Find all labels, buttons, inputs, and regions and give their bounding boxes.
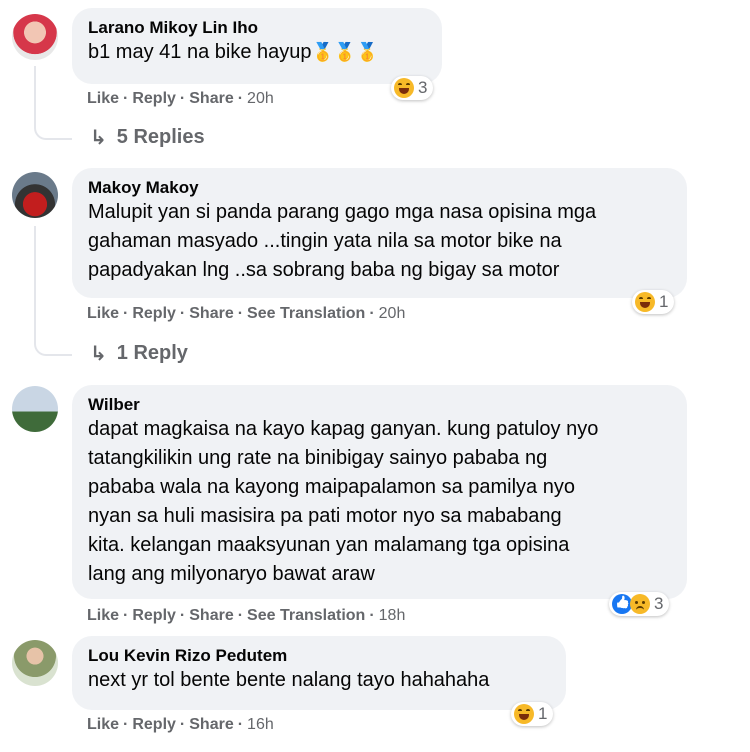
separator: · — [369, 305, 375, 322]
comment-bubble: Wilber dapat magkaisa na kayo kapag gany… — [72, 385, 687, 599]
replies-count: 5 Replies — [116, 126, 205, 148]
comment-actions: Like · Reply · Share · 20h — [87, 89, 274, 109]
separator: · — [237, 305, 244, 322]
see-translation-button[interactable]: See Translation — [247, 607, 365, 625]
timestamp[interactable]: 18h — [379, 607, 406, 625]
separator: · — [179, 716, 186, 733]
like-button[interactable]: Like — [87, 305, 119, 323]
separator: · — [179, 607, 186, 624]
timestamp[interactable]: 20h — [247, 90, 274, 108]
comment-author[interactable]: Makoy Makoy — [88, 177, 671, 198]
share-button[interactable]: Share — [189, 90, 233, 108]
separator: · — [179, 90, 186, 107]
separator: · — [123, 716, 129, 733]
separator: · — [237, 607, 244, 624]
avatar[interactable] — [12, 640, 58, 686]
thread-line-1 — [34, 66, 36, 121]
like-button[interactable]: Like — [87, 90, 119, 108]
comment-text: next yr tol bente bente nalang tayo haha… — [88, 669, 490, 691]
like-reaction-icon — [612, 594, 632, 614]
comment-actions: Like · Reply · Share · 16h — [87, 715, 274, 735]
timestamp[interactable]: 20h — [379, 305, 406, 323]
medal-emoji: 🥇🥇🥇 — [311, 42, 379, 62]
view-replies-button[interactable]: ↳ 1 Reply — [90, 341, 188, 366]
comment-text: b1 may 41 na bike hayup — [88, 41, 312, 63]
reaction-count: 1 — [659, 292, 669, 311]
separator: · — [237, 716, 244, 733]
haha-icon — [635, 292, 655, 312]
reply-button[interactable]: Reply — [132, 90, 176, 108]
reaction-summary[interactable]: 3 — [391, 76, 434, 100]
comment-bubble: Lou Kevin Rizo Pedutem next yr tol bente… — [72, 636, 566, 710]
haha-icon — [394, 78, 414, 98]
reply-arrow-icon: ↳ — [90, 127, 107, 149]
reply-button[interactable]: Reply — [132, 716, 176, 734]
haha-icon — [514, 704, 534, 724]
like-button[interactable]: Like — [87, 607, 119, 625]
avatar[interactable] — [12, 386, 58, 432]
reaction-summary[interactable]: 3 — [609, 592, 670, 616]
reaction-count: 3 — [418, 78, 428, 97]
reaction-summary[interactable]: 1 — [511, 702, 554, 726]
reply-connector-2 — [34, 332, 72, 356]
separator: · — [369, 607, 375, 624]
thread-line-2 — [34, 226, 36, 336]
avatar[interactable] — [12, 172, 58, 218]
comment-author[interactable]: Lou Kevin Rizo Pedutem — [88, 645, 550, 666]
comment-actions: Like · Reply · Share · See Translation ·… — [87, 606, 405, 626]
comment-author[interactable]: Wilber — [88, 394, 671, 415]
timestamp[interactable]: 16h — [247, 716, 274, 734]
comment-actions: Like · Reply · Share · See Translation ·… — [87, 304, 405, 324]
view-replies-button[interactable]: ↳ 5 Replies — [90, 125, 205, 150]
reply-button[interactable]: Reply — [132, 305, 176, 323]
comment-text: dapat magkaisa na kayo kapag ganyan. kun… — [88, 418, 599, 585]
comment-bubble: Larano Mikoy Lin Iho b1 may 41 na bike h… — [72, 8, 442, 84]
replies-count: 1 Reply — [116, 342, 188, 364]
reaction-count: 1 — [538, 704, 548, 723]
like-button[interactable]: Like — [87, 716, 119, 734]
separator: · — [123, 90, 129, 107]
sad-reaction-icon — [630, 594, 650, 614]
avatar[interactable] — [12, 14, 58, 60]
comment-text: Malupit yan si panda parang gago mga nas… — [88, 201, 597, 281]
reaction-summary[interactable]: 1 — [632, 290, 675, 314]
separator: · — [237, 90, 244, 107]
share-button[interactable]: Share — [189, 607, 233, 625]
reply-connector-1 — [34, 116, 72, 140]
see-translation-button[interactable]: See Translation — [247, 305, 365, 323]
reply-button[interactable]: Reply — [132, 607, 176, 625]
share-button[interactable]: Share — [189, 305, 233, 323]
comment-author[interactable]: Larano Mikoy Lin Iho — [88, 17, 426, 38]
comment-bubble: Makoy Makoy Malupit yan si panda parang … — [72, 168, 687, 298]
separator: · — [179, 305, 186, 322]
share-button[interactable]: Share — [189, 716, 233, 734]
reaction-count: 3 — [654, 594, 664, 613]
separator: · — [123, 607, 129, 624]
separator: · — [123, 305, 129, 322]
reply-arrow-icon: ↳ — [90, 343, 107, 365]
